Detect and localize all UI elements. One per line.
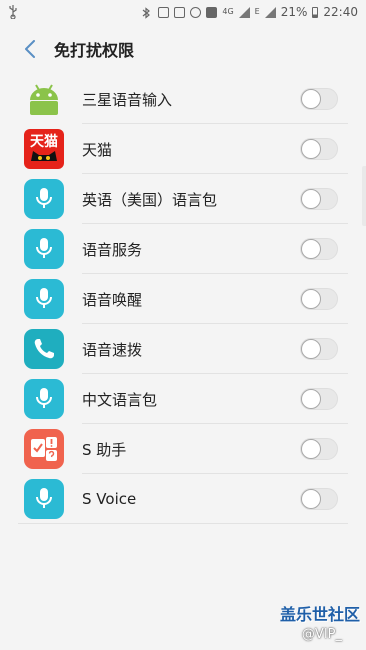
watermark-user: @VIP_ [301,627,342,642]
list-item-voice-wakeup[interactable]: 语音唤醒 [0,274,366,324]
microphone-icon [24,179,64,219]
status-bar-left [8,5,18,19]
list-item-chinese-language-pack[interactable]: 中文语言包 [0,374,366,424]
watermark-brand: 盖乐世社区 [279,605,360,624]
microphone-icon [24,479,64,519]
tmall-icon-text: 天猫 [30,134,58,150]
header: 免打扰权限 [0,24,366,74]
toggle-switch[interactable] [300,388,338,410]
battery-percent: 21% [280,5,308,19]
status-bar: 4G E 21% 22:40 [0,0,366,24]
bluetooth-icon [142,6,153,19]
toggle-switch[interactable] [300,238,338,260]
item-label: S Voice [82,490,137,508]
toggle-switch[interactable] [300,138,338,160]
list-item-voice-dial[interactable]: 语音速拨 [0,324,366,374]
tmall-cat-face [31,151,57,161]
signal-2-icon [264,6,276,18]
microphone-icon [24,279,64,319]
list-item-english-us-language-pack[interactable]: 英语（美国）语言包 [0,174,366,224]
back-arrow-icon [25,40,35,58]
page-title: 免打扰权限 [54,41,135,60]
toggle-switch[interactable] [300,438,338,460]
microphone-icon [24,379,64,419]
sim-icon [206,6,218,18]
toggle-switch[interactable] [300,488,338,510]
toggle-knob [301,439,321,459]
android-icon [24,79,64,119]
item-label: S 助手 [82,440,127,459]
item-label: 语音速拨 [82,340,143,359]
item-label: 中文语言包 [82,390,158,409]
data-type: E [254,7,260,16]
list-item-tmall[interactable]: 天猫 天猫 [0,124,366,174]
battery-icon [312,6,319,18]
toggle-knob [301,139,321,159]
item-label: 语音唤醒 [82,290,143,309]
list-item-s-voice[interactable]: S Voice [0,474,366,524]
usb-icon [9,5,17,19]
alarm-icon [190,6,202,18]
edge-panel-handle[interactable] [362,166,366,226]
divider [18,523,348,524]
app-list: 三星语音输入 天猫 天猫 英语（美国）语言包 语音服务 语音唤醒 语音速拨 中文… [0,74,366,524]
toggle-knob [301,339,321,359]
toggle-knob [301,289,321,309]
phone-icon [24,329,64,369]
toggle-knob [301,189,321,209]
microphone-icon [24,229,64,269]
tmall-icon: 天猫 [24,129,64,169]
nfc-icon [158,6,170,18]
assistant-icon [24,429,64,469]
toggle-knob [301,239,321,259]
clock: 22:40 [323,5,358,19]
toggle-switch[interactable] [300,88,338,110]
back-button[interactable] [10,29,50,69]
toggle-knob [301,489,321,509]
toggle-switch[interactable] [300,288,338,310]
status-bar-right: 4G E 21% 22:40 [142,5,358,19]
toggle-switch[interactable] [300,188,338,210]
item-label: 英语（美国）语言包 [82,190,218,209]
toggle-knob [301,389,321,409]
signal-icon [238,6,250,18]
toggle-knob [301,89,321,109]
toggle-switch[interactable] [300,338,338,360]
item-label: 三星语音输入 [82,90,173,109]
list-item-voice-service[interactable]: 语音服务 [0,224,366,274]
item-label: 天猫 [82,140,113,159]
watermark: 盖乐世社区 @VIP_ [280,601,360,642]
list-item-s-assistant[interactable]: S 助手 [0,424,366,474]
list-item-samsung-voice-input[interactable]: 三星语音输入 [0,74,366,124]
item-label: 语音服务 [82,240,143,259]
mute-icon [174,6,186,18]
network-type: 4G [222,7,234,16]
